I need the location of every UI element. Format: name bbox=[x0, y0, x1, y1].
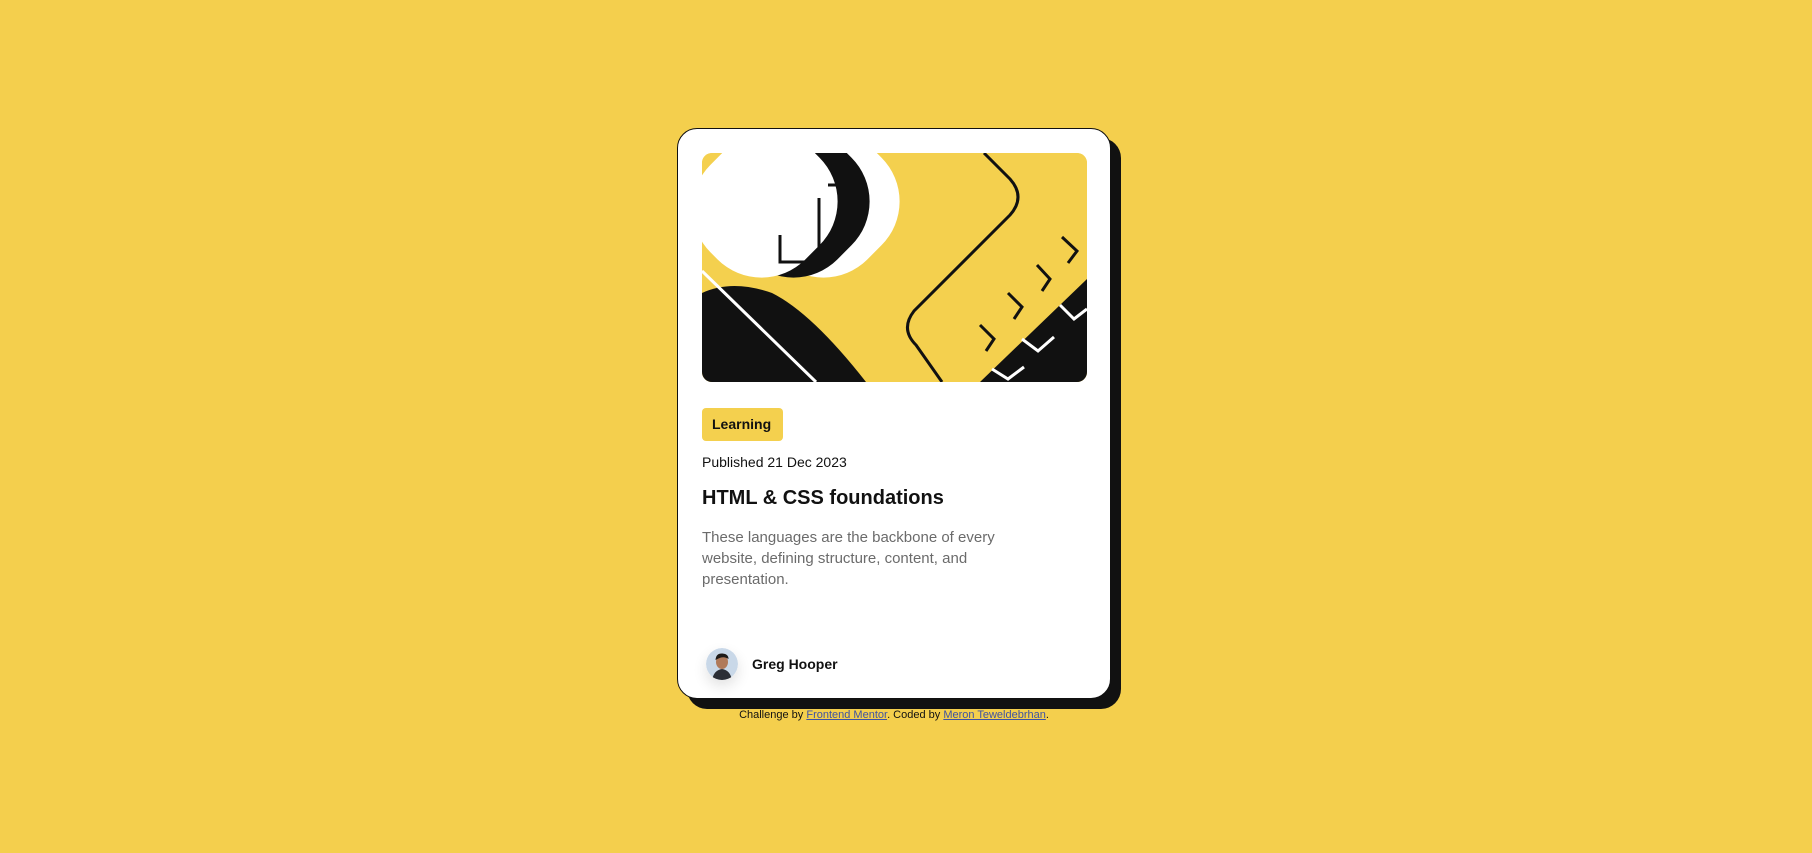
blog-preview-card: Learning Published 21 Dec 2023 HTML & CS… bbox=[677, 128, 1111, 699]
author-link[interactable]: Meron Teweldebrhan bbox=[943, 709, 1046, 721]
attribution-prefix: Challenge by bbox=[739, 709, 804, 721]
author-name: Greg Hooper bbox=[752, 656, 838, 672]
avatar bbox=[706, 648, 738, 680]
attribution-middle: . Coded by bbox=[887, 709, 941, 721]
category-tag: Learning bbox=[702, 408, 784, 441]
card-description: These languages are the backbone of ever… bbox=[702, 529, 995, 588]
frontend-mentor-link[interactable]: Frontend Mentor bbox=[806, 709, 887, 721]
attribution-suffix: . bbox=[1045, 709, 1049, 721]
published-date: Published 21 Dec 2023 bbox=[702, 454, 847, 470]
author: Greg Hooper bbox=[706, 648, 838, 680]
hero-illustration bbox=[702, 153, 1087, 382]
card-title[interactable]: HTML & CSS foundations bbox=[702, 487, 944, 510]
attribution: Challenge by Frontend Mentor. Coded by M… bbox=[0, 709, 1788, 721]
